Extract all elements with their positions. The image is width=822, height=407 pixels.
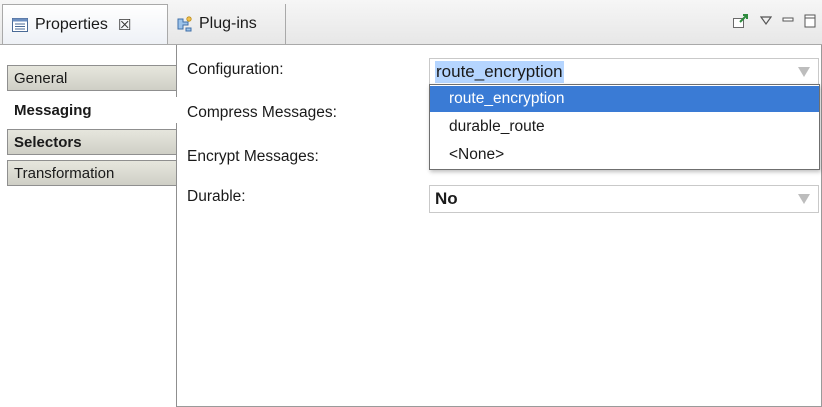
category-transformation-label: Transformation (14, 164, 115, 182)
tab-properties[interactable]: Properties ☒ (2, 4, 168, 44)
configuration-value: route_encryption (435, 61, 564, 83)
dropdown-option-route-encryption[interactable]: route_encryption (430, 86, 819, 112)
configuration-label: Configuration: (187, 61, 284, 78)
minimize-icon[interactable] (782, 16, 794, 26)
chevron-down-icon[interactable] (798, 67, 810, 77)
category-messaging-label: Messaging (14, 101, 92, 119)
durable-label: Durable: (187, 188, 246, 205)
properties-icon (11, 16, 29, 34)
view-tab-bar: Properties ☒ Plug-ins (0, 0, 822, 45)
tab-properties-label: Properties (35, 15, 108, 33)
messaging-form: Configuration: route_encryption Compress… (177, 45, 821, 406)
configuration-combo[interactable]: route_encryption (429, 58, 819, 86)
category-transformation[interactable]: Transformation (7, 160, 176, 186)
view-toolbar (732, 10, 816, 32)
category-general-label: General (14, 69, 68, 87)
category-selectors-label: Selectors (14, 133, 82, 151)
tab-plug-ins[interactable]: Plug-ins (168, 4, 286, 44)
category-general[interactable]: General (7, 65, 176, 91)
encrypt-messages-label: Encrypt Messages: (187, 148, 319, 165)
dropdown-option-label: route_encryption (449, 90, 565, 107)
tab-plug-ins-label: Plug-ins (199, 15, 257, 32)
close-tab-icon[interactable]: ☒ (118, 16, 131, 34)
dropdown-option-durable-route[interactable]: durable_route (430, 114, 819, 140)
category-list: General Messaging Selectors Transformati… (0, 45, 177, 407)
plugins-icon (175, 15, 193, 33)
durable-combo[interactable]: No (429, 185, 819, 213)
pin-icon[interactable] (732, 13, 750, 29)
maximize-icon[interactable] (804, 13, 816, 29)
chevron-down-icon[interactable] (798, 194, 810, 204)
compress-messages-label: Compress Messages: (187, 104, 337, 121)
properties-view: Properties ☒ Plug-ins General Messaging … (0, 0, 822, 407)
category-selectors[interactable]: Selectors (7, 129, 176, 155)
durable-value: No (435, 189, 458, 208)
view-menu-icon[interactable] (760, 16, 772, 26)
dropdown-option-label: durable_route (449, 118, 545, 135)
dropdown-option-label: <None> (449, 146, 505, 163)
category-messaging[interactable]: Messaging (7, 97, 177, 123)
dropdown-option-none[interactable]: <None> (430, 142, 819, 168)
configuration-dropdown-list: route_encryption durable_route <None> (429, 84, 820, 170)
